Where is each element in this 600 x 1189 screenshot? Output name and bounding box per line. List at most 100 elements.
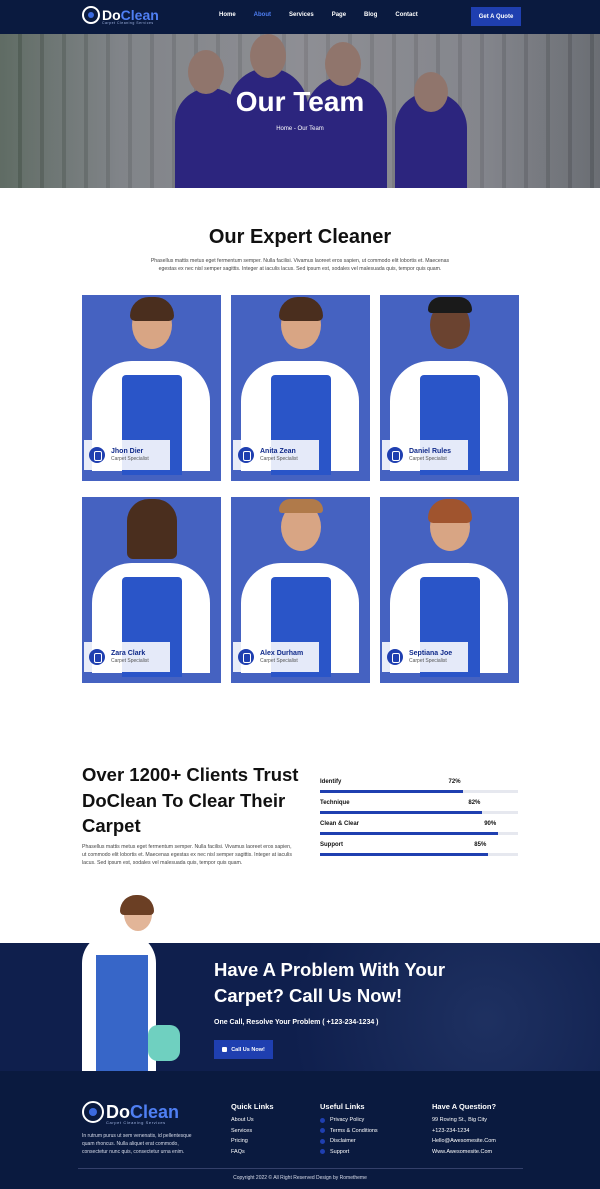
member-photo: [428, 499, 472, 523]
member-label: Jhon Dier Carpet Specialist: [84, 440, 170, 470]
vacuum-icon: [238, 447, 254, 463]
contact-title: Have A Question?: [432, 1102, 497, 1111]
contact-address: 99 Roving St., Big City: [432, 1117, 488, 1123]
footer-link-services[interactable]: Services: [231, 1126, 274, 1137]
get-a-quote-button[interactable]: Get A Quote: [471, 7, 521, 26]
cta-phone-line: One Call, Resolve Your Problem ( +123-23…: [214, 1019, 379, 1026]
skill-fill: [320, 811, 483, 814]
member-role: Carpet Specialist: [409, 456, 447, 462]
skill-fill: [320, 832, 499, 835]
footer-description: In rutrum purus ut sem venenatis, id pel…: [82, 1133, 192, 1155]
skill-fill: [320, 790, 463, 793]
footer-logo-text-clean: Clean: [130, 1102, 180, 1122]
skill-label: Technique: [320, 800, 350, 806]
member-photo: [428, 297, 472, 313]
skill-percent: 90%: [484, 821, 497, 827]
cleaner-photo-apron: [96, 955, 148, 1071]
team-card[interactable]: Jhon Dier Carpet Specialist: [82, 295, 221, 481]
footer-link-faqs[interactable]: FAQs: [231, 1147, 274, 1158]
footer-link-support[interactable]: Support: [320, 1147, 378, 1158]
footer-link-disclaimer[interactable]: Disclaimer: [320, 1136, 378, 1147]
trust-description: Phasellus mattis metus eget fermentum se…: [82, 844, 292, 866]
skill-label: Support: [320, 842, 343, 848]
member-role: Carpet Specialist: [111, 658, 149, 664]
member-name: Daniel Rules: [409, 448, 452, 455]
footer-logo-tagline: Carpet Cleaning Services: [106, 1120, 166, 1125]
contact-email[interactable]: Hello@Awesomesite.Com: [432, 1136, 496, 1147]
nav-item-about[interactable]: About: [254, 12, 271, 18]
site-logo[interactable]: DoClean Carpet Cleaning Services: [82, 6, 159, 25]
skill-track: [320, 832, 518, 835]
vacuum-icon: [89, 447, 105, 463]
member-label: Daniel Rules Carpet Specialist: [382, 440, 468, 470]
footer-logo-text: DoClean: [106, 1103, 179, 1121]
member-label: Anita Zean Carpet Specialist: [233, 440, 319, 470]
footer-link-label: Support: [330, 1148, 350, 1155]
footer-contact: Have A Question? 99 Roving St., Big City…: [432, 1102, 496, 1157]
member-photo: [127, 499, 177, 559]
trust-title: Over 1200+ Clients Trust DoClean To Clea…: [82, 764, 299, 836]
member-role: Carpet Specialist: [260, 456, 298, 462]
member-name: Anita Zean: [260, 448, 296, 455]
skill-track: [320, 853, 518, 856]
footer-link-pricing[interactable]: Pricing: [231, 1136, 274, 1147]
footer-link-label: Privacy Policy: [330, 1117, 365, 1123]
footer-logo-text-do: Do: [106, 1102, 130, 1122]
vacuum-icon: [387, 649, 403, 665]
cta-title: Have A Problem With Your Carpet? Call Us…: [214, 959, 446, 1006]
footer: [0, 1071, 600, 1189]
footer-divider: [78, 1168, 523, 1169]
team-card[interactable]: Alex Durham Carpet Specialist: [231, 497, 370, 683]
call-us-now-button[interactable]: Call Us Now!: [214, 1040, 273, 1059]
logo-tagline: Carpet Cleaning Services: [102, 21, 154, 25]
footer-link-privacy-policy[interactable]: Privacy Policy: [320, 1115, 378, 1126]
skill-track: [320, 811, 518, 814]
skill-percent: 72%: [448, 779, 461, 785]
vacuum-icon: [387, 447, 403, 463]
nav-item-home[interactable]: Home: [219, 12, 236, 18]
member-name: Zara Clark: [111, 650, 146, 657]
phone-icon: [222, 1047, 228, 1052]
logo-text: DoClean: [102, 8, 159, 22]
team-section-description: Phasellus mattis metus eget fermentum se…: [150, 258, 450, 272]
team-card[interactable]: Zara Clark Carpet Specialist: [82, 497, 221, 683]
team-card[interactable]: Anita Zean Carpet Specialist: [231, 295, 370, 481]
contact-website[interactable]: Www.Awesomesite.Com: [432, 1147, 496, 1158]
nav-item-page[interactable]: Page: [332, 12, 346, 18]
call-us-now-label: Call Us Now!: [231, 1046, 265, 1053]
vacuum-icon: [82, 1101, 104, 1123]
skill-track: [320, 790, 518, 793]
member-photo: [130, 297, 174, 321]
skill-bar: Technique 82%: [320, 800, 518, 814]
nav-item-contact[interactable]: Contact: [395, 12, 417, 18]
top-navbar: DoClean Carpet Cleaning Services Home Ab…: [0, 0, 600, 34]
footer-logo[interactable]: DoClean Carpet Cleaning Services: [82, 1101, 179, 1125]
footer-link-terms[interactable]: Terms & Conditions: [320, 1126, 378, 1137]
member-photo: [279, 499, 323, 513]
skill-bar: Support 85%: [320, 842, 518, 856]
quick-links-title: Quick Links: [231, 1102, 274, 1111]
team-card[interactable]: Septiana Joe Carpet Specialist: [380, 497, 519, 683]
footer-link-about-us[interactable]: About Us: [231, 1115, 274, 1126]
team-card[interactable]: Daniel Rules Carpet Specialist: [380, 295, 519, 481]
member-label: Septiana Joe Carpet Specialist: [382, 642, 468, 672]
member-role: Carpet Specialist: [111, 456, 149, 462]
contact-phone[interactable]: +123-234-1234: [432, 1126, 496, 1137]
vacuum-icon: [82, 6, 100, 24]
member-photo: [279, 297, 323, 321]
cleaner-photo-glove: [148, 1025, 180, 1061]
nav-item-blog[interactable]: Blog: [364, 12, 377, 18]
skill-percent: 82%: [468, 800, 481, 806]
copyright-text: Copyright 2022 © All Right Reserved Desi…: [233, 1175, 367, 1181]
skill-percent: 85%: [474, 842, 487, 848]
skill-fill: [320, 853, 489, 856]
member-name: Septiana Joe: [409, 650, 453, 657]
member-role: Carpet Specialist: [260, 658, 298, 664]
skill-label: Identify: [320, 779, 342, 785]
skill-bar: Identify 72%: [320, 779, 518, 793]
skill-bar: Clean & Clear 90%: [320, 821, 518, 835]
useful-links-title: Useful Links: [320, 1102, 365, 1111]
vacuum-icon: [89, 649, 105, 665]
breadcrumb[interactable]: Home - Our Team: [0, 126, 600, 132]
nav-item-services[interactable]: Services: [289, 12, 314, 18]
